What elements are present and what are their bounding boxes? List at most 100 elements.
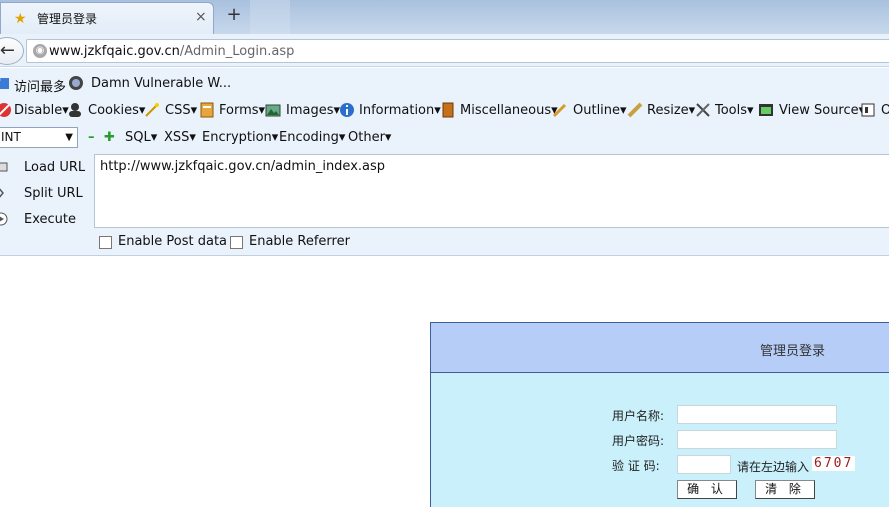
injection-type-value: INT bbox=[1, 130, 21, 144]
menu-forms[interactable]: Forms▾ bbox=[219, 103, 265, 118]
admin-login-panel: 管理员登录 用户名称: 用户密码: 验 证 码: 请在左边输入 6707 确 认… bbox=[430, 322, 889, 507]
injection-type-select[interactable]: INT ▼ bbox=[0, 127, 78, 148]
menu-view-source-label: View Source bbox=[779, 103, 859, 118]
menu-encoding[interactable]: Encoding▾ bbox=[279, 130, 345, 145]
menu-sql[interactable]: SQL▾ bbox=[125, 130, 157, 145]
menu-encryption[interactable]: Encryption▾ bbox=[202, 130, 278, 145]
split-url-icon bbox=[0, 188, 4, 198]
menu-images[interactable]: Images▾ bbox=[286, 103, 340, 118]
menu-disable[interactable]: Disable▾ bbox=[14, 103, 69, 118]
captcha-input[interactable] bbox=[677, 455, 731, 474]
menu-view-source[interactable]: View Source▾ bbox=[779, 103, 865, 118]
cookies-icon bbox=[69, 103, 81, 117]
username-label: 用户名称: bbox=[612, 409, 665, 423]
bookmarks-bar: 访问最多 Damn Vulnerable W... bbox=[0, 68, 889, 98]
login-title: 管理员登录 bbox=[760, 344, 826, 359]
menu-disable-label: Disable bbox=[14, 103, 63, 118]
menu-xss-label: XSS bbox=[164, 130, 190, 145]
captcha-label: 验 证 码: bbox=[612, 459, 660, 473]
execute-icon bbox=[0, 212, 8, 226]
menu-other[interactable]: Other▾ bbox=[348, 130, 391, 145]
menu-information-label: Information bbox=[359, 103, 435, 118]
username-input[interactable] bbox=[677, 405, 837, 424]
menu-resize-label: Resize bbox=[647, 103, 689, 118]
confirm-button[interactable]: 确 认 bbox=[677, 480, 737, 499]
bookmark-most-visited[interactable]: 访问最多 bbox=[14, 76, 66, 95]
folder-icon bbox=[0, 78, 9, 89]
enable-referrer-label: Enable Referrer bbox=[249, 234, 350, 249]
resize-ruler-icon bbox=[627, 102, 643, 118]
menu-other-label: Other bbox=[348, 130, 385, 145]
menu-resize[interactable]: Resize▾ bbox=[647, 103, 695, 118]
disable-icon bbox=[0, 103, 11, 117]
menu-tools[interactable]: Tools▾ bbox=[715, 103, 754, 118]
miscellaneous-icon bbox=[442, 102, 454, 118]
clear-button[interactable]: 清 除 bbox=[755, 480, 815, 499]
captcha-image: 6707 bbox=[812, 456, 856, 471]
outline-pencil-icon bbox=[552, 103, 567, 118]
menu-images-label: Images bbox=[286, 103, 334, 118]
tools-icon bbox=[696, 103, 710, 117]
dvwa-icon bbox=[69, 76, 83, 90]
menu-css-label: CSS bbox=[165, 103, 191, 118]
menu-information[interactable]: Information▾ bbox=[359, 103, 441, 118]
increase-icon[interactable]: ✚ bbox=[104, 130, 115, 145]
forms-icon bbox=[200, 102, 214, 118]
menu-outline-label: Outline bbox=[573, 103, 621, 118]
load-url-label: Load URL bbox=[24, 160, 86, 175]
information-icon bbox=[340, 103, 354, 117]
decrease-icon[interactable]: – bbox=[88, 130, 95, 145]
split-url-label: Split URL bbox=[24, 186, 83, 201]
hackbar-url-textarea[interactable]: http://www.jzkfqaic.gov.cn/admin_index.a… bbox=[94, 154, 889, 228]
hackbar-panel: Load URL Split URL Execute http://www.jz… bbox=[0, 152, 889, 256]
execute-button[interactable]: Execute bbox=[0, 208, 90, 230]
url-host: www.jzkfqaic.gov.cn bbox=[49, 44, 180, 59]
menu-encoding-label: Encoding bbox=[279, 130, 339, 145]
menu-forms-label: Forms bbox=[219, 103, 259, 118]
images-icon bbox=[265, 104, 281, 117]
menu-css[interactable]: CSS▾ bbox=[165, 103, 197, 118]
options-icon bbox=[861, 103, 875, 117]
back-button[interactable]: ← bbox=[0, 37, 24, 65]
tab-admin-login[interactable]: ★ 管理员登录 × bbox=[0, 2, 214, 34]
load-url-icon bbox=[0, 162, 8, 172]
url-path: /Admin_Login.asp bbox=[179, 44, 295, 59]
bookmark-dvwa[interactable]: Damn Vulnerable W... bbox=[91, 76, 231, 91]
menu-outline[interactable]: Outline▾ bbox=[573, 103, 627, 118]
split-url-button[interactable]: Split URL bbox=[0, 182, 90, 204]
css-wand-icon bbox=[145, 103, 159, 117]
load-url-button[interactable]: Load URL bbox=[0, 156, 90, 178]
tab-bar-blur bbox=[250, 0, 290, 34]
captcha-hint: 请在左边输入 bbox=[737, 460, 810, 474]
enable-post-label: Enable Post data bbox=[118, 234, 228, 249]
tab-bar: ★ 管理员登录 × + bbox=[0, 0, 889, 34]
tab-title: 管理员登录 bbox=[37, 12, 98, 26]
hackbar-menu-row: INT ▼ – ✚ SQL▾ XSS▾ Encryption▾ Encoding… bbox=[0, 124, 889, 152]
enable-referrer-box[interactable] bbox=[230, 236, 243, 249]
menu-xss[interactable]: XSS▾ bbox=[164, 130, 196, 145]
menu-tools-label: Tools bbox=[715, 103, 748, 118]
menu-options[interactable]: O bbox=[881, 103, 889, 118]
back-arrow-icon: ← bbox=[0, 40, 15, 61]
navigation-bar: ◉ www.jzkfqaic.gov.cn/Admin_Login.asp ← bbox=[0, 34, 889, 67]
address-text: www.jzkfqaic.gov.cn/Admin_Login.asp bbox=[49, 44, 294, 59]
password-input[interactable] bbox=[677, 430, 837, 449]
web-developer-toolbar: Disable▾ Cookies▾ CSS▾ Forms▾ Images▾ In… bbox=[0, 98, 889, 124]
menu-sql-label: SQL bbox=[125, 130, 151, 145]
globe-icon: ◉ bbox=[33, 44, 47, 58]
menu-miscellaneous-label: Miscellaneous bbox=[460, 103, 552, 118]
login-header: 管理员登录 bbox=[431, 323, 889, 373]
menu-encryption-label: Encryption bbox=[202, 130, 272, 145]
enable-post-box[interactable] bbox=[99, 236, 112, 249]
close-tab-icon[interactable]: × bbox=[195, 9, 207, 25]
new-tab-button[interactable]: + bbox=[224, 4, 244, 28]
browser-window: ★ 管理员登录 × + ◉ www.jzkfqaic.gov.cn/Admin_… bbox=[0, 0, 889, 507]
address-bar[interactable]: ◉ www.jzkfqaic.gov.cn/Admin_Login.asp bbox=[26, 39, 889, 63]
star-favicon-icon: ★ bbox=[14, 11, 27, 27]
view-source-icon bbox=[759, 104, 773, 116]
password-label: 用户密码: bbox=[612, 434, 665, 448]
execute-label: Execute bbox=[24, 212, 76, 227]
menu-cookies[interactable]: Cookies▾ bbox=[88, 103, 145, 118]
menu-cookies-label: Cookies bbox=[88, 103, 139, 118]
menu-miscellaneous[interactable]: Miscellaneous▾ bbox=[460, 103, 558, 118]
